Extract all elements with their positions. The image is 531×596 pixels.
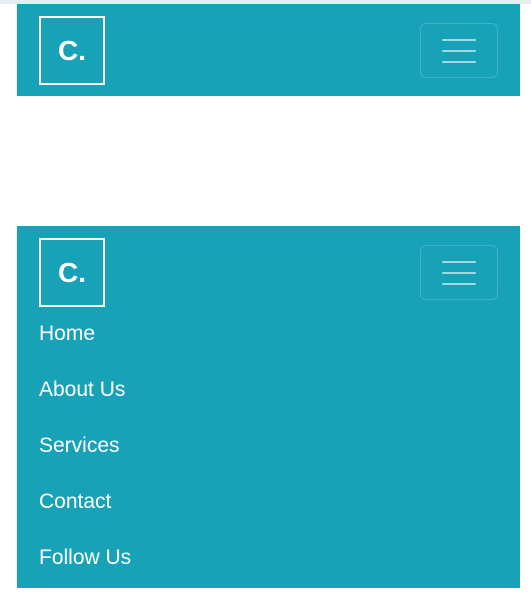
nav-link-services[interactable]: Services (39, 434, 120, 457)
nav-item-about-us: About Us (39, 372, 131, 428)
navbar-collapsed: C. (17, 4, 520, 96)
nav-link-home[interactable]: Home (39, 322, 95, 345)
nav-item-contact: Contact (39, 484, 131, 540)
nav-link-about-us[interactable]: About Us (39, 378, 125, 401)
menu-toggle-button[interactable] (420, 245, 498, 300)
hamburger-icon (442, 38, 476, 63)
nav-link-follow-us[interactable]: Follow Us (39, 546, 131, 569)
hamburger-icon (442, 260, 476, 285)
nav-item-home: Home (39, 316, 131, 372)
menu-toggle-button[interactable] (420, 23, 498, 78)
brand-logo[interactable]: C. (39, 238, 105, 307)
nav-menu: Home About Us Services Contact Follow Us (39, 316, 131, 596)
nav-item-services: Services (39, 428, 131, 484)
navbar-expanded: C. Home About Us Services Contact Follow… (17, 226, 520, 588)
nav-link-contact[interactable]: Contact (39, 490, 111, 513)
brand-logo[interactable]: C. (39, 16, 105, 85)
